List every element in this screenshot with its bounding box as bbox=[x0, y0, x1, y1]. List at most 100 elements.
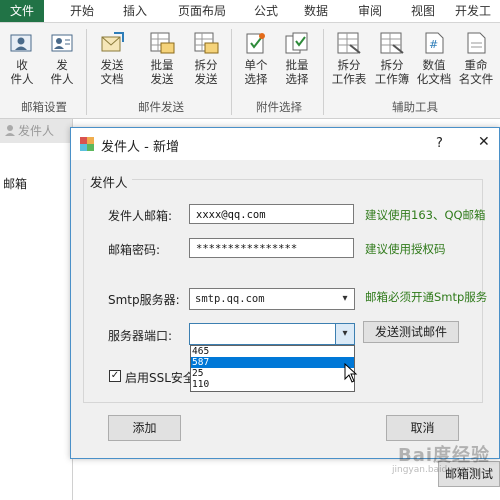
receiver-button[interactable]: 收 件人 bbox=[1, 31, 43, 86]
tab-file[interactable]: 文件 bbox=[0, 0, 44, 22]
sender-side-panel: 发件人 邮箱 bbox=[0, 119, 73, 500]
split-sheet-icon bbox=[336, 31, 362, 55]
ribbon-tab-bar: 文件 开始 插入 页面布局 公式 数据 审阅 视图 开发工 bbox=[0, 0, 500, 23]
dialog-title: 发件人 - 新增 bbox=[101, 140, 179, 155]
port-option-465[interactable]: 465 bbox=[191, 346, 354, 357]
numeric-document-label-1: 数值 bbox=[422, 58, 446, 72]
split-send-button[interactable]: 拆分 发送 bbox=[185, 31, 227, 86]
rename-file-label-1: 重命 bbox=[464, 58, 488, 72]
tab-data[interactable]: 数据 bbox=[298, 0, 334, 22]
close-icon[interactable]: ✕ bbox=[478, 134, 490, 150]
single-select-icon bbox=[243, 31, 269, 55]
chevron-down-icon[interactable]: ▾ bbox=[336, 289, 354, 309]
group-separator bbox=[231, 29, 232, 115]
email-label: 发件人邮箱: bbox=[108, 209, 173, 223]
split-workbook-label-1: 拆分 bbox=[380, 58, 404, 72]
batch-select-button[interactable]: 批量 选择 bbox=[276, 31, 318, 86]
sender-card-icon bbox=[49, 31, 75, 55]
batch-select-label-2: 选择 bbox=[285, 72, 309, 86]
ssl-checkbox[interactable]: ✓ bbox=[109, 370, 121, 382]
tab-formulas[interactable]: 公式 bbox=[248, 0, 284, 22]
tab-developer[interactable]: 开发工 bbox=[455, 0, 500, 22]
email-field[interactable]: xxxx@qq.com bbox=[189, 204, 354, 224]
tab-view[interactable]: 视图 bbox=[405, 0, 441, 22]
numeric-document-label-2: 化文档 bbox=[416, 72, 452, 86]
help-button[interactable]: ? bbox=[436, 136, 443, 151]
tab-home[interactable]: 开始 bbox=[62, 0, 102, 22]
rename-file-icon bbox=[463, 31, 489, 55]
side-panel-header: 发件人 bbox=[0, 119, 72, 143]
watermark-logo: Bai度经验 bbox=[398, 445, 491, 466]
port-label: 服务器端口: bbox=[108, 329, 173, 343]
side-panel-title: 发件人 bbox=[18, 124, 55, 138]
send-document-label-2: 文档 bbox=[100, 72, 124, 86]
groupbox-label: 发件人 bbox=[86, 172, 132, 191]
send-document-label-1: 发送 bbox=[100, 58, 124, 72]
rename-file-button[interactable]: 重命 名文件 bbox=[455, 31, 497, 86]
split-sheet-button[interactable]: 拆分 工作表 bbox=[328, 31, 370, 86]
cancel-button[interactable]: 取消 bbox=[386, 415, 459, 441]
numeric-document-icon: # bbox=[421, 31, 447, 55]
single-select-button[interactable]: 单个 选择 bbox=[235, 31, 277, 86]
ribbon: 收 件人 发 件人 发送 文档 批量 发送 拆分 发送 单个 选择 批量 选择 … bbox=[0, 23, 500, 119]
port-option-110[interactable]: 110 bbox=[191, 379, 354, 390]
split-workbook-label-2: 工作簿 bbox=[374, 72, 410, 86]
split-workbook-button[interactable]: 拆分 工作簿 bbox=[371, 31, 413, 86]
receiver-label-2: 件人 bbox=[10, 72, 34, 86]
svg-text:#: # bbox=[429, 38, 438, 51]
batch-send-label-1: 批量 bbox=[150, 58, 174, 72]
group-label-attachment-select: 附件选择 bbox=[256, 100, 302, 114]
tab-review[interactable]: 审阅 bbox=[352, 0, 388, 22]
batch-send-icon bbox=[149, 31, 175, 55]
tab-page-layout[interactable]: 页面布局 bbox=[170, 0, 234, 22]
batch-select-icon bbox=[284, 31, 310, 55]
port-dropdown-list: 465 587 25 110 bbox=[190, 345, 355, 392]
port-option-587[interactable]: 587 bbox=[191, 357, 354, 368]
tab-insert[interactable]: 插入 bbox=[115, 0, 155, 22]
split-send-label-2: 发送 bbox=[194, 72, 218, 86]
split-send-icon bbox=[193, 31, 219, 55]
port-option-25[interactable]: 25 bbox=[191, 368, 354, 379]
split-sheet-label-1: 拆分 bbox=[337, 58, 361, 72]
group-separator bbox=[323, 29, 324, 115]
split-workbook-icon bbox=[379, 31, 405, 55]
send-document-icon bbox=[99, 31, 125, 55]
batch-send-label-2: 发送 bbox=[150, 72, 174, 86]
ssl-label: 启用SSL安全 bbox=[125, 371, 195, 385]
smtp-combobox[interactable]: smtp.qq.com ▾ bbox=[189, 288, 355, 310]
chevron-down-icon[interactable]: ▾ bbox=[335, 324, 354, 344]
smtp-value: smtp.qq.com bbox=[195, 293, 265, 305]
email-hint: 建议使用163、QQ邮箱 bbox=[365, 208, 486, 222]
add-button[interactable]: 添加 bbox=[108, 415, 181, 441]
batch-select-label-1: 批量 bbox=[285, 58, 309, 72]
sender-label-1: 发 bbox=[56, 58, 68, 72]
port-combobox[interactable]: ▾ bbox=[189, 323, 355, 345]
group-label-mail-send: 邮件发送 bbox=[138, 100, 184, 114]
group-label-mailbox-settings: 邮箱设置 bbox=[21, 100, 67, 114]
batch-send-button[interactable]: 批量 发送 bbox=[141, 31, 183, 86]
password-label: 邮箱密码: bbox=[108, 243, 161, 257]
inbox-user-icon bbox=[9, 31, 35, 55]
send-test-mail-button[interactable]: 发送测试邮件 bbox=[363, 321, 459, 343]
split-send-label-1: 拆分 bbox=[194, 58, 218, 72]
password-field[interactable]: **************** bbox=[189, 238, 354, 258]
sender-label-2: 件人 bbox=[50, 72, 74, 86]
new-sender-dialog: 发件人 - 新增 ? ✕ 发件人 发件人邮箱: xxxx@qq.com 建议使用… bbox=[70, 127, 500, 459]
group-label-helper-tools: 辅助工具 bbox=[392, 100, 438, 114]
side-panel-item-mailbox[interactable]: 邮箱 bbox=[3, 175, 27, 192]
watermark-url: jingyan.baidu.com bbox=[392, 465, 476, 475]
rename-file-label-2: 名文件 bbox=[458, 72, 494, 86]
send-document-button[interactable]: 发送 文档 bbox=[91, 31, 133, 86]
smtp-label: Smtp服务器: bbox=[108, 293, 180, 307]
password-hint: 建议使用授权码 bbox=[365, 242, 446, 256]
group-separator bbox=[86, 29, 87, 115]
sender-button[interactable]: 发 件人 bbox=[41, 31, 83, 86]
single-select-label-1: 单个 bbox=[244, 58, 268, 72]
side-panel-body: 邮箱 bbox=[0, 143, 72, 500]
numeric-document-button[interactable]: # 数值 化文档 bbox=[413, 31, 455, 86]
receiver-label-1: 收 bbox=[16, 58, 28, 72]
app-icon bbox=[80, 137, 94, 154]
smtp-hint: 邮箱必须开通Smtp服务 bbox=[365, 290, 488, 304]
dialog-titlebar: 发件人 - 新增 ? ✕ bbox=[71, 128, 499, 160]
split-sheet-label-2: 工作表 bbox=[331, 72, 367, 86]
